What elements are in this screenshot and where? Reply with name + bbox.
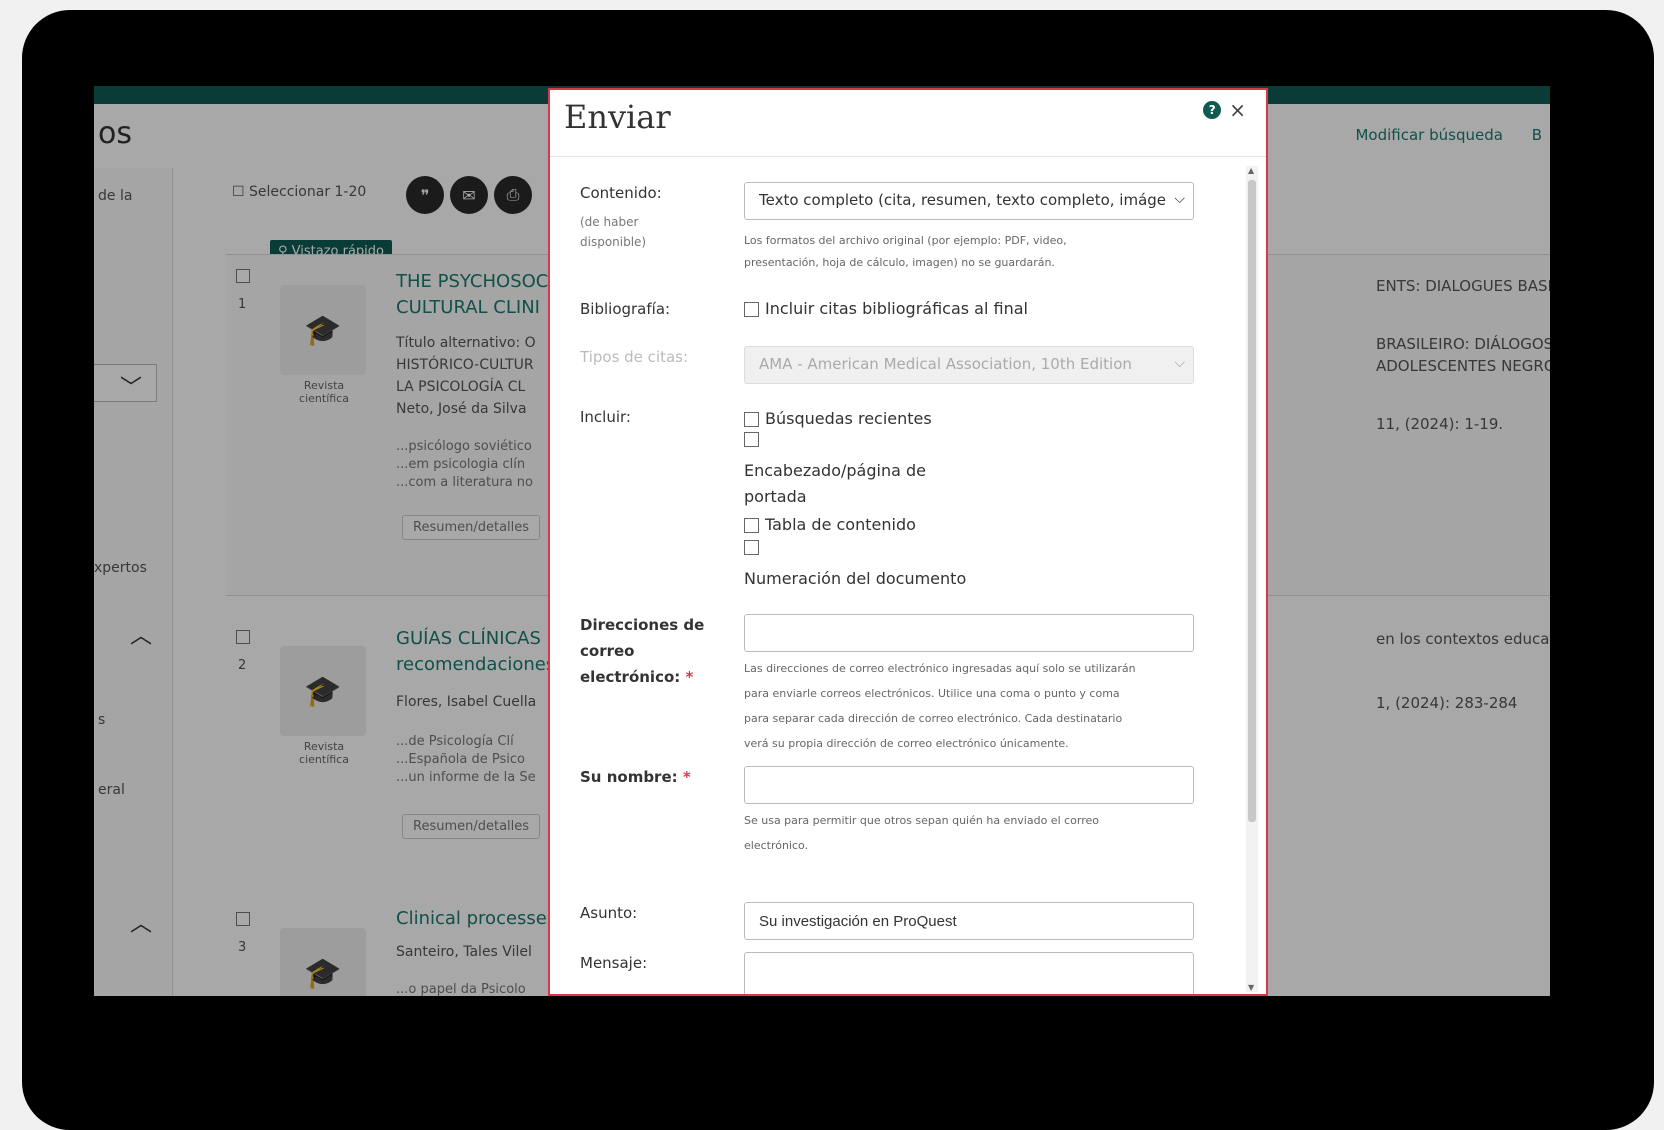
message-label: Mensaje:: [580, 954, 648, 972]
email-label: correo: [580, 642, 635, 660]
bibliography-label: Bibliografía:: [580, 300, 671, 318]
recent-searches-checkbox[interactable]: [744, 411, 759, 427]
message-textarea[interactable]: [744, 952, 1194, 994]
email-help: Las direcciones de correo electrónico in…: [744, 662, 1136, 675]
email-help: para enviarle correos electrónicos. Util…: [744, 687, 1120, 700]
include-cover-page[interactable]: [744, 432, 759, 447]
email-help: para separar cada dirección de correo el…: [744, 712, 1123, 725]
close-icon[interactable]: ×: [1229, 98, 1246, 122]
subject-input[interactable]: [744, 902, 1194, 940]
subject-label: Asunto:: [580, 904, 638, 922]
scroll-down-icon[interactable]: ▼: [1248, 983, 1254, 992]
cover-page-checkbox[interactable]: [744, 432, 759, 447]
content-label: Contenido:: [580, 184, 662, 202]
citation-type-select: AMA - American Medical Association, 10th…: [744, 346, 1194, 384]
dialog-divider: [550, 156, 1266, 157]
chevron-down-icon: ⌵: [1174, 355, 1185, 371]
content-sublabel: (de haber: [580, 215, 639, 229]
toc-checkbox[interactable]: [744, 517, 759, 533]
dialog-controls: ? ×: [1203, 98, 1246, 122]
content-select[interactable]: Texto completo (cita, resumen, texto com…: [744, 182, 1194, 220]
include-label: Incluir:: [580, 408, 631, 426]
email-label: electrónico: *: [580, 668, 694, 686]
chevron-down-icon: ⌵: [1174, 191, 1185, 207]
dialog-scrollbar[interactable]: ▲ ▼: [1246, 166, 1258, 992]
content-sublabel: disponible): [580, 235, 647, 249]
email-help: verá su propia dirección de correo elect…: [744, 737, 1069, 750]
name-label: Su nombre: *: [580, 768, 691, 786]
help-icon[interactable]: ?: [1203, 101, 1222, 119]
device-frame: os Modificar búsqueda B de la ﹀ xpertos …: [22, 10, 1654, 1130]
email-input[interactable]: [744, 614, 1194, 652]
name-help: Se usa para permitir que otros sepan qui…: [744, 814, 1100, 827]
include-recent-searches[interactable]: Búsquedas recientes: [744, 406, 932, 432]
doc-numbering-label: Numeración del documento: [744, 569, 967, 588]
required-marker: *: [685, 668, 694, 686]
screen: os Modificar búsqueda B de la ﹀ xpertos …: [94, 86, 1550, 996]
content-help: presentación, hoja de cálculo, imagen) n…: [744, 256, 1055, 269]
include-toc[interactable]: Tabla de contenido: [744, 512, 916, 538]
bibliography-option[interactable]: Incluir citas bibliográficas al final: [744, 296, 1028, 322]
name-help: electrónico.: [744, 839, 809, 852]
cover-page-label: portada: [744, 487, 807, 506]
email-label: Direcciones de: [580, 616, 705, 634]
send-dialog: Enviar ? × Contenido: (de haber disponib…: [548, 88, 1268, 996]
required-marker: *: [682, 768, 691, 786]
cover-page-label: Encabezado/página de: [744, 461, 926, 480]
scroll-up-icon[interactable]: ▲: [1248, 166, 1254, 175]
name-input[interactable]: [744, 766, 1194, 804]
bibliography-checkbox[interactable]: [744, 301, 759, 317]
dialog-title: Enviar: [564, 98, 671, 136]
scrollbar-thumb[interactable]: [1248, 180, 1256, 822]
include-doc-numbering[interactable]: [744, 540, 759, 555]
citation-type-label: Tipos de citas:: [580, 348, 689, 366]
doc-numbering-checkbox[interactable]: [744, 540, 759, 555]
